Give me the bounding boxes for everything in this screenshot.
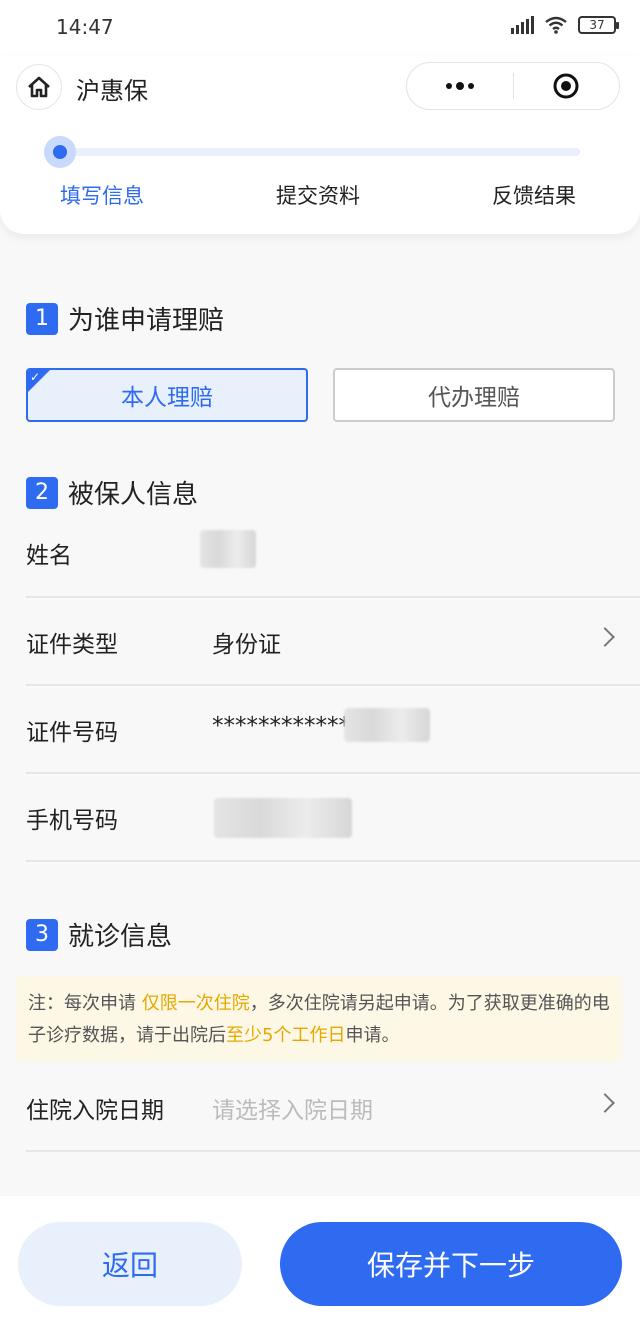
admission-label: 住院入院日期: [26, 1098, 164, 1124]
option-self-claim[interactable]: ✓ 本人理赔: [26, 368, 308, 422]
home-button[interactable]: [16, 64, 62, 110]
target-icon: [553, 73, 579, 99]
row-phone: 手机号码: [26, 774, 640, 862]
status-time: 14:47: [56, 15, 114, 39]
header: 沪惠保 填写信息 提交资料 反馈结果: [0, 56, 640, 234]
save-next-button[interactable]: 保存并下一步: [280, 1222, 622, 1306]
id-number-redacted: [344, 708, 430, 742]
phone-label: 手机号码: [26, 808, 118, 834]
app-title: 沪惠保: [76, 77, 148, 105]
capsule-menu: [406, 62, 620, 110]
option-proxy-claim[interactable]: 代办理赔: [333, 368, 615, 422]
progress-track: [60, 148, 580, 156]
section-number: 2: [26, 476, 58, 509]
note-prefix: 注：每次申请: [28, 993, 142, 1014]
section-title: 为谁申请理赔: [68, 306, 225, 336]
notice-box: 注：每次申请 仅限一次住院，多次住院请另起申请。为了获取更准确的电子诊疗数据，请…: [16, 976, 622, 1062]
battery-level: 37: [589, 18, 605, 32]
more-button[interactable]: [407, 63, 513, 109]
section-title: 被保人信息: [68, 480, 199, 510]
row-admission-date[interactable]: 住院入院日期 请选择入院日期: [26, 1064, 640, 1152]
row-id-type[interactable]: 证件类型 身份证: [26, 598, 640, 686]
status-icons: 37: [511, 16, 619, 34]
row-id-number: 证件号码 ************: [26, 686, 640, 774]
chevron-right-icon: [595, 627, 615, 647]
option-label: 代办理赔: [428, 385, 520, 411]
section-title: 就诊信息: [68, 922, 173, 952]
id-type-value: 身份证: [212, 632, 281, 658]
check-icon: ✓: [30, 370, 41, 384]
row-name-divider: [26, 510, 640, 598]
step-fill-info: 填写信息: [60, 184, 144, 208]
id-type-label: 证件类型: [26, 632, 118, 658]
home-icon: [28, 76, 50, 98]
section-who-claims: 1 为谁申请理赔: [26, 300, 224, 337]
wifi-icon: [545, 16, 567, 34]
admission-placeholder: 请选择入院日期: [212, 1098, 373, 1124]
battery-icon: 37: [578, 16, 619, 34]
more-icon: [445, 82, 474, 90]
section-insured-info: 2 被保人信息: [26, 474, 198, 511]
signal-icon: [511, 16, 534, 34]
section-visit-info: 3 就诊信息: [26, 916, 172, 953]
close-miniapp-button[interactable]: [514, 63, 620, 109]
section-number: 3: [26, 918, 58, 951]
chevron-right-icon: [595, 1093, 615, 1113]
back-button[interactable]: 返回: [18, 1222, 242, 1306]
step-submit: 提交资料: [276, 184, 360, 208]
note-highlight-days: 至少5个工作日: [226, 1025, 346, 1046]
step-feedback: 反馈结果: [492, 184, 576, 208]
option-label: 本人理赔: [121, 385, 213, 411]
status-bar: 14:47 37: [0, 0, 640, 56]
progress-indicator: [44, 136, 76, 168]
bottom-bar: 返回 保存并下一步: [0, 1196, 640, 1330]
note-suffix: 申请。: [345, 1025, 400, 1046]
note-highlight-once: 仅限一次住院: [141, 993, 250, 1014]
id-number-value: ************: [212, 713, 350, 739]
section-number: 1: [26, 302, 58, 335]
phone-redacted: [214, 798, 352, 838]
id-number-label: 证件号码: [26, 720, 118, 746]
